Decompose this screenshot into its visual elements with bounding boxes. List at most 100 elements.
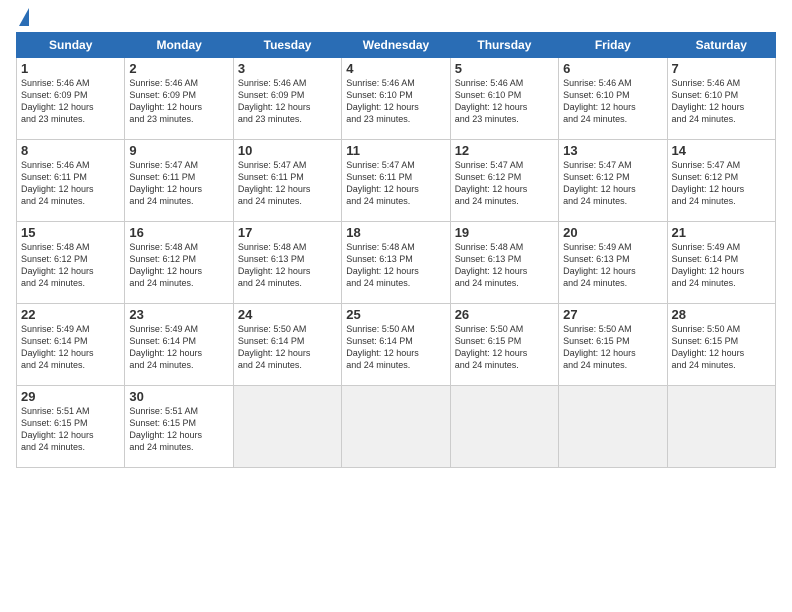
day-number: 20 <box>563 225 662 240</box>
calendar-day-header: Wednesday <box>342 33 450 58</box>
day-number: 3 <box>238 61 337 76</box>
calendar-day-header: Sunday <box>17 33 125 58</box>
calendar-cell: 10 Sunrise: 5:47 AMSunset: 6:11 PMDaylig… <box>233 140 341 222</box>
calendar-cell: 3 Sunrise: 5:46 AMSunset: 6:09 PMDayligh… <box>233 58 341 140</box>
calendar-day-header: Saturday <box>667 33 775 58</box>
cell-info: Sunrise: 5:46 AMSunset: 6:09 PMDaylight:… <box>129 78 202 124</box>
calendar-cell: 28 Sunrise: 5:50 AMSunset: 6:15 PMDaylig… <box>667 304 775 386</box>
calendar-day-header: Monday <box>125 33 233 58</box>
cell-info: Sunrise: 5:50 AMSunset: 6:14 PMDaylight:… <box>238 324 311 370</box>
calendar-week-row: 8 Sunrise: 5:46 AMSunset: 6:11 PMDayligh… <box>17 140 776 222</box>
cell-info: Sunrise: 5:47 AMSunset: 6:11 PMDaylight:… <box>346 160 419 206</box>
day-number: 14 <box>672 143 771 158</box>
calendar-table: SundayMondayTuesdayWednesdayThursdayFrid… <box>16 32 776 468</box>
cell-info: Sunrise: 5:50 AMSunset: 6:15 PMDaylight:… <box>563 324 636 370</box>
cell-info: Sunrise: 5:48 AMSunset: 6:13 PMDaylight:… <box>346 242 419 288</box>
cell-info: Sunrise: 5:49 AMSunset: 6:14 PMDaylight:… <box>129 324 202 370</box>
day-number: 30 <box>129 389 228 404</box>
day-number: 12 <box>455 143 554 158</box>
day-number: 23 <box>129 307 228 322</box>
calendar-cell: 25 Sunrise: 5:50 AMSunset: 6:14 PMDaylig… <box>342 304 450 386</box>
calendar-cell: 24 Sunrise: 5:50 AMSunset: 6:14 PMDaylig… <box>233 304 341 386</box>
day-number: 1 <box>21 61 120 76</box>
calendar-cell: 17 Sunrise: 5:48 AMSunset: 6:13 PMDaylig… <box>233 222 341 304</box>
calendar-cell: 13 Sunrise: 5:47 AMSunset: 6:12 PMDaylig… <box>559 140 667 222</box>
cell-info: Sunrise: 5:46 AMSunset: 6:11 PMDaylight:… <box>21 160 94 206</box>
cell-info: Sunrise: 5:50 AMSunset: 6:15 PMDaylight:… <box>455 324 528 370</box>
calendar-cell: 6 Sunrise: 5:46 AMSunset: 6:10 PMDayligh… <box>559 58 667 140</box>
cell-info: Sunrise: 5:46 AMSunset: 6:09 PMDaylight:… <box>21 78 94 124</box>
cell-info: Sunrise: 5:51 AMSunset: 6:15 PMDaylight:… <box>129 406 202 452</box>
cell-info: Sunrise: 5:49 AMSunset: 6:14 PMDaylight:… <box>672 242 745 288</box>
day-number: 10 <box>238 143 337 158</box>
calendar-cell <box>233 386 341 468</box>
cell-info: Sunrise: 5:46 AMSunset: 6:10 PMDaylight:… <box>455 78 528 124</box>
day-number: 7 <box>672 61 771 76</box>
day-number: 24 <box>238 307 337 322</box>
cell-info: Sunrise: 5:46 AMSunset: 6:09 PMDaylight:… <box>238 78 311 124</box>
day-number: 17 <box>238 225 337 240</box>
day-number: 4 <box>346 61 445 76</box>
cell-info: Sunrise: 5:47 AMSunset: 6:12 PMDaylight:… <box>672 160 745 206</box>
calendar-cell <box>559 386 667 468</box>
cell-info: Sunrise: 5:46 AMSunset: 6:10 PMDaylight:… <box>672 78 745 124</box>
day-number: 25 <box>346 307 445 322</box>
calendar-cell <box>667 386 775 468</box>
calendar-cell: 27 Sunrise: 5:50 AMSunset: 6:15 PMDaylig… <box>559 304 667 386</box>
calendar-cell: 19 Sunrise: 5:48 AMSunset: 6:13 PMDaylig… <box>450 222 558 304</box>
page: SundayMondayTuesdayWednesdayThursdayFrid… <box>0 0 792 612</box>
calendar-cell: 21 Sunrise: 5:49 AMSunset: 6:14 PMDaylig… <box>667 222 775 304</box>
calendar-cell: 14 Sunrise: 5:47 AMSunset: 6:12 PMDaylig… <box>667 140 775 222</box>
cell-info: Sunrise: 5:48 AMSunset: 6:12 PMDaylight:… <box>21 242 94 288</box>
day-number: 26 <box>455 307 554 322</box>
day-number: 8 <box>21 143 120 158</box>
calendar-cell: 2 Sunrise: 5:46 AMSunset: 6:09 PMDayligh… <box>125 58 233 140</box>
day-number: 21 <box>672 225 771 240</box>
calendar-cell: 1 Sunrise: 5:46 AMSunset: 6:09 PMDayligh… <box>17 58 125 140</box>
cell-info: Sunrise: 5:46 AMSunset: 6:10 PMDaylight:… <box>346 78 419 124</box>
day-number: 6 <box>563 61 662 76</box>
day-number: 22 <box>21 307 120 322</box>
calendar-cell: 23 Sunrise: 5:49 AMSunset: 6:14 PMDaylig… <box>125 304 233 386</box>
day-number: 5 <box>455 61 554 76</box>
calendar-week-row: 15 Sunrise: 5:48 AMSunset: 6:12 PMDaylig… <box>17 222 776 304</box>
day-number: 15 <box>21 225 120 240</box>
logo-triangle-icon <box>19 8 29 26</box>
cell-info: Sunrise: 5:49 AMSunset: 6:14 PMDaylight:… <box>21 324 94 370</box>
calendar-cell: 16 Sunrise: 5:48 AMSunset: 6:12 PMDaylig… <box>125 222 233 304</box>
cell-info: Sunrise: 5:47 AMSunset: 6:11 PMDaylight:… <box>129 160 202 206</box>
calendar-cell <box>450 386 558 468</box>
calendar-week-row: 29 Sunrise: 5:51 AMSunset: 6:15 PMDaylig… <box>17 386 776 468</box>
day-number: 2 <box>129 61 228 76</box>
calendar-week-row: 1 Sunrise: 5:46 AMSunset: 6:09 PMDayligh… <box>17 58 776 140</box>
calendar-cell: 15 Sunrise: 5:48 AMSunset: 6:12 PMDaylig… <box>17 222 125 304</box>
cell-info: Sunrise: 5:49 AMSunset: 6:13 PMDaylight:… <box>563 242 636 288</box>
calendar-header-row: SundayMondayTuesdayWednesdayThursdayFrid… <box>17 33 776 58</box>
cell-info: Sunrise: 5:50 AMSunset: 6:15 PMDaylight:… <box>672 324 745 370</box>
calendar-cell: 29 Sunrise: 5:51 AMSunset: 6:15 PMDaylig… <box>17 386 125 468</box>
day-number: 28 <box>672 307 771 322</box>
day-number: 27 <box>563 307 662 322</box>
day-number: 16 <box>129 225 228 240</box>
cell-info: Sunrise: 5:48 AMSunset: 6:12 PMDaylight:… <box>129 242 202 288</box>
calendar-week-row: 22 Sunrise: 5:49 AMSunset: 6:14 PMDaylig… <box>17 304 776 386</box>
day-number: 13 <box>563 143 662 158</box>
logo <box>16 12 29 26</box>
cell-info: Sunrise: 5:50 AMSunset: 6:14 PMDaylight:… <box>346 324 419 370</box>
calendar-cell: 26 Sunrise: 5:50 AMSunset: 6:15 PMDaylig… <box>450 304 558 386</box>
day-number: 29 <box>21 389 120 404</box>
calendar-cell: 4 Sunrise: 5:46 AMSunset: 6:10 PMDayligh… <box>342 58 450 140</box>
calendar-cell: 20 Sunrise: 5:49 AMSunset: 6:13 PMDaylig… <box>559 222 667 304</box>
calendar-cell: 11 Sunrise: 5:47 AMSunset: 6:11 PMDaylig… <box>342 140 450 222</box>
calendar-cell: 9 Sunrise: 5:47 AMSunset: 6:11 PMDayligh… <box>125 140 233 222</box>
cell-info: Sunrise: 5:47 AMSunset: 6:12 PMDaylight:… <box>455 160 528 206</box>
day-number: 18 <box>346 225 445 240</box>
day-number: 11 <box>346 143 445 158</box>
calendar-day-header: Tuesday <box>233 33 341 58</box>
calendar-cell: 22 Sunrise: 5:49 AMSunset: 6:14 PMDaylig… <box>17 304 125 386</box>
calendar-cell: 7 Sunrise: 5:46 AMSunset: 6:10 PMDayligh… <box>667 58 775 140</box>
calendar-cell: 12 Sunrise: 5:47 AMSunset: 6:12 PMDaylig… <box>450 140 558 222</box>
calendar-cell: 5 Sunrise: 5:46 AMSunset: 6:10 PMDayligh… <box>450 58 558 140</box>
calendar-day-header: Thursday <box>450 33 558 58</box>
header-row <box>16 12 776 26</box>
